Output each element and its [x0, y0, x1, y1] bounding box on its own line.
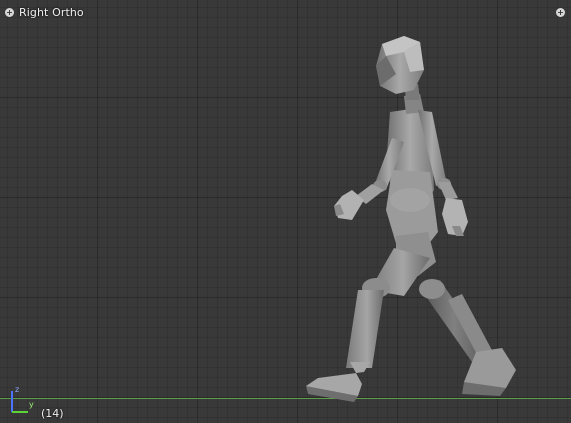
- 3d-viewport[interactable]: + Right Ortho + z y (14): [0, 0, 571, 423]
- back-leg: [419, 279, 516, 396]
- front-leg: [306, 248, 430, 402]
- y-axis-label: y: [29, 400, 34, 409]
- current-frame-label: (14): [41, 407, 64, 420]
- mannequin-model[interactable]: [0, 0, 571, 423]
- z-axis-label: z: [15, 385, 20, 394]
- axis-gizmo-icon: [11, 391, 28, 413]
- axis-orientation-gizmo: z y: [6, 385, 40, 416]
